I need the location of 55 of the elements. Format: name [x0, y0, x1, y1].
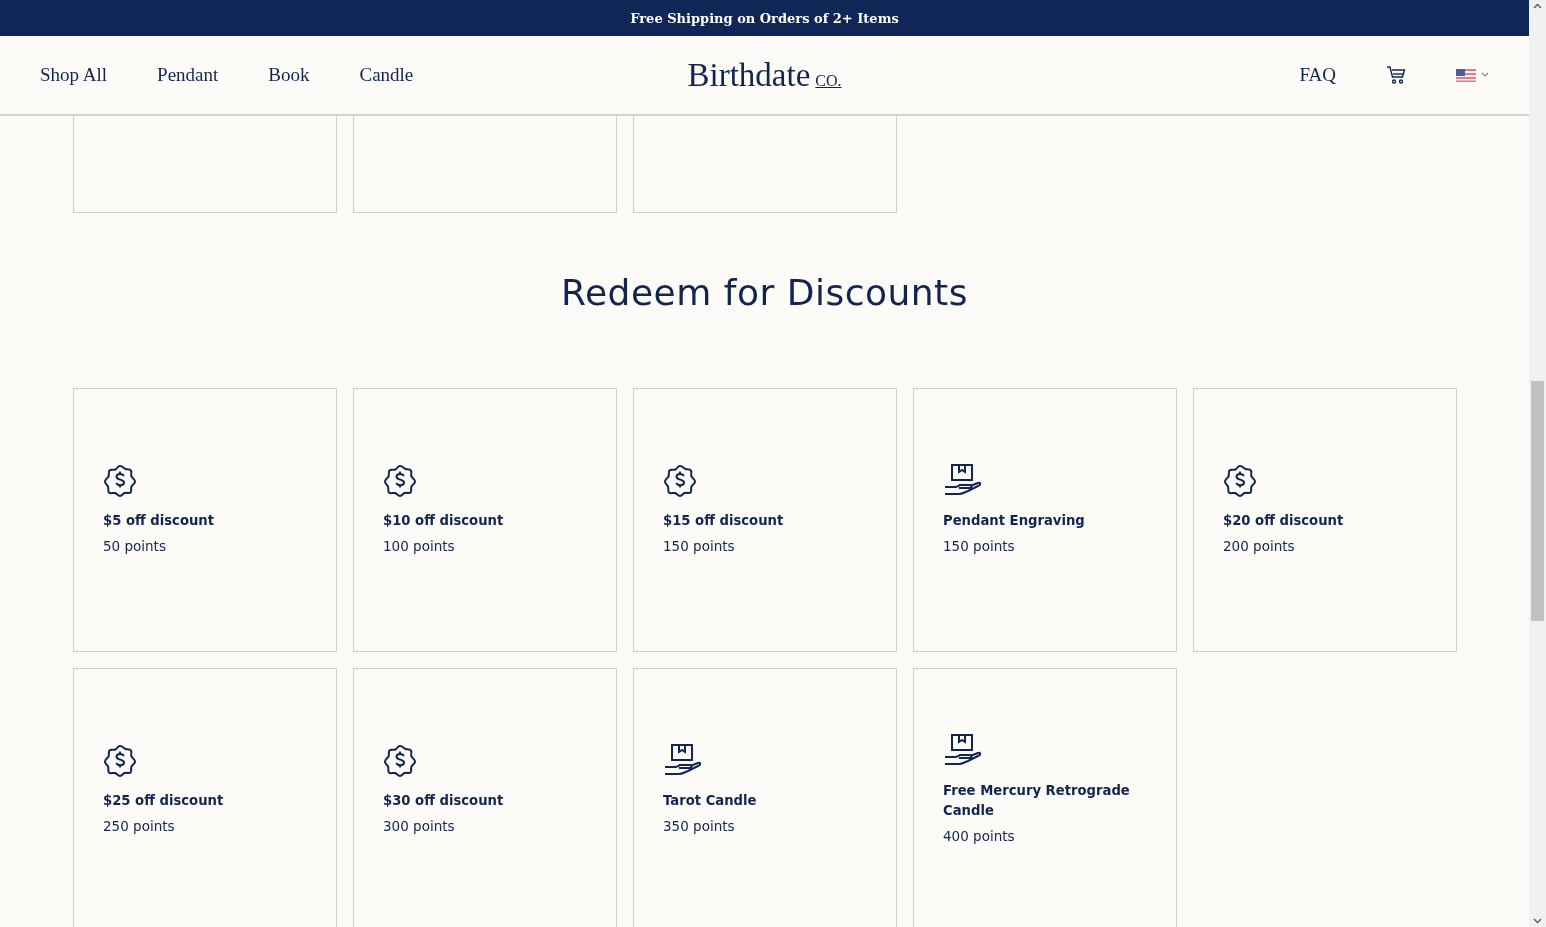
reward-title: $25 off discount: [103, 792, 224, 810]
chevron-down-icon: [1481, 72, 1489, 78]
reward-title: Free Mercury Retrograde Candle: [943, 782, 1131, 820]
points-label: 150 points: [663, 537, 736, 556]
reward-card[interactable]: $30 off discount 300 points: [353, 668, 617, 927]
reward-card[interactable]: [73, 116, 337, 213]
section-title: Redeem for Discounts: [560, 271, 969, 315]
reward-card[interactable]: Tarot Candle 350 points: [633, 668, 897, 927]
dollar-badge-icon: [1223, 463, 1257, 497]
reward-card[interactable]: $15 off discount 150 points: [633, 388, 897, 652]
hand-box-icon: [943, 463, 983, 497]
reward-card[interactable]: Free Mercury Retrograde Candle 400 points: [913, 668, 1177, 927]
points-label: 300 points: [383, 817, 456, 836]
announcement-text: Free Shipping on Orders of 2+ Items: [630, 10, 899, 26]
scroll-down-icon[interactable]: [1533, 918, 1542, 924]
reward-card[interactable]: Pendant Engraving 150 points: [913, 388, 1177, 652]
reward-title: $15 off discount: [663, 512, 784, 530]
dollar-badge-icon: [383, 463, 417, 497]
points-label: 200 points: [1223, 537, 1296, 556]
cart-icon[interactable]: [1386, 65, 1406, 85]
reward-title: Tarot Candle: [663, 792, 757, 810]
dollar-badge-icon: [103, 743, 137, 777]
reward-card[interactable]: $25 off discount 250 points: [73, 668, 337, 927]
reward-title: $30 off discount: [383, 792, 504, 810]
nav-link[interactable]: Candle: [359, 64, 414, 86]
points-label: 50 points: [103, 537, 167, 556]
reward-card[interactable]: [353, 116, 617, 213]
logo[interactable]: Birthdate CO.: [687, 56, 842, 94]
reward-title: $10 off discount: [383, 512, 504, 530]
reward-title: $5 off discount: [103, 512, 215, 530]
flag-icon: [1456, 68, 1476, 82]
reward-card[interactable]: $5 off discount 50 points: [73, 388, 337, 652]
nav-link[interactable]: Pendant: [157, 64, 219, 86]
scroll-up-icon[interactable]: [1533, 3, 1542, 9]
points-label: 150 points: [943, 537, 1016, 556]
nav-link[interactable]: Shop All: [40, 64, 108, 86]
country-selector[interactable]: [1456, 68, 1489, 82]
reward-card[interactable]: $10 off discount 100 points: [353, 388, 617, 652]
points-label: 350 points: [663, 817, 736, 836]
dollar-badge-icon: [663, 463, 697, 497]
reward-title: Pendant Engraving: [943, 512, 1085, 530]
points-label: 400 points: [943, 827, 1016, 846]
points-label: 100 points: [383, 537, 456, 556]
scrollbar-thumb[interactable]: [1531, 381, 1544, 621]
reward-card[interactable]: [633, 116, 897, 213]
nav-link[interactable]: Book: [268, 64, 310, 86]
reward-title: $20 off discount: [1223, 512, 1344, 530]
scrollbar[interactable]: [1529, 0, 1546, 927]
hand-box-icon: [943, 733, 983, 767]
points-label: 250 points: [103, 817, 176, 836]
reward-card[interactable]: $20 off discount 200 points: [1193, 388, 1457, 652]
nav-link[interactable]: FAQ: [1299, 64, 1336, 86]
dollar-badge-icon: [383, 743, 417, 777]
hand-box-icon: [663, 743, 703, 777]
dollar-badge-icon: [103, 463, 137, 497]
